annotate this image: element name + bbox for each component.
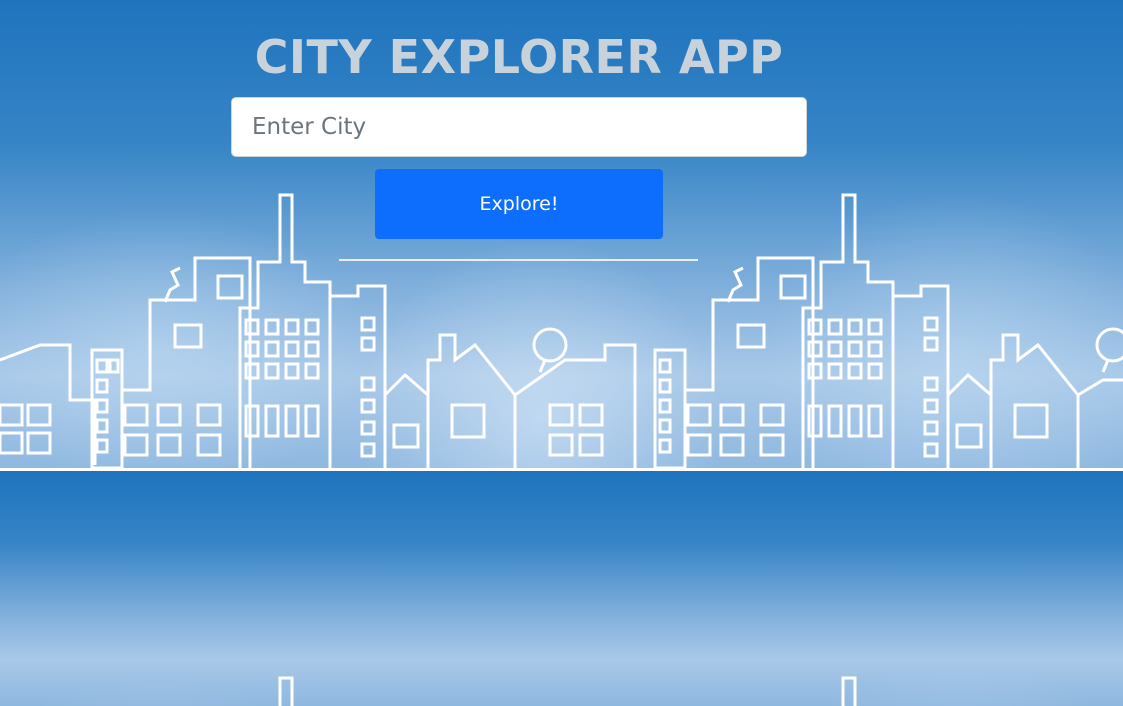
divider-rule — [339, 259, 698, 261]
skyline-repeat-fragment — [278, 676, 857, 706]
skyline-group-right — [685, 193, 1123, 468]
city-search-input[interactable] — [231, 97, 807, 157]
explore-button[interactable]: Explore! — [375, 169, 663, 239]
ground-line — [0, 468, 1123, 471]
page-title: CITY EXPLORER APP — [254, 30, 784, 84]
